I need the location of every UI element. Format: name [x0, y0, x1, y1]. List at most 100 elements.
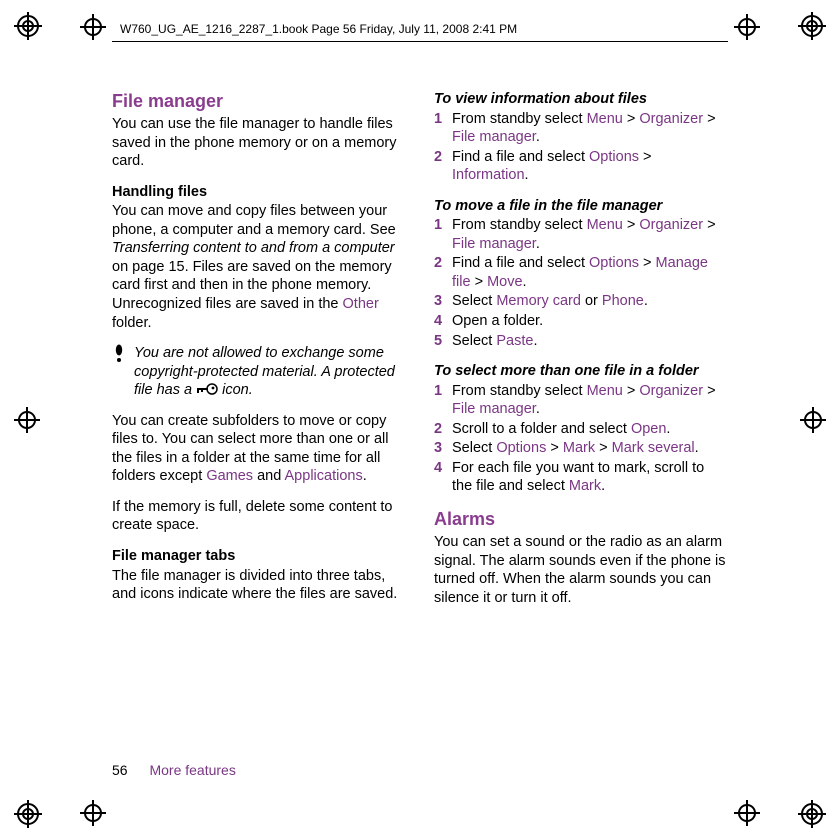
- step-body: Open a folder.: [452, 312, 728, 331]
- text-italic: Transferring content to and from a compu…: [112, 240, 395, 256]
- ui-term: Menu: [587, 383, 623, 399]
- exclamation-icon: [112, 344, 126, 400]
- step-number: 1: [434, 382, 446, 419]
- heading-file-manager: File manager: [112, 90, 406, 113]
- text: You are not allowed to exchange some cop…: [134, 345, 395, 398]
- registration-mark-icon: [14, 12, 42, 40]
- ui-term: Games: [206, 468, 253, 484]
- ui-term: Options: [589, 255, 639, 271]
- step-body: From standby select Menu > Organizer > F…: [452, 382, 728, 419]
- step-item: 2 Scroll to a folder and select Open.: [434, 420, 728, 439]
- doc-header: W760_UG_AE_1216_2287_1.book Page 56 Frid…: [120, 22, 517, 36]
- step-number: 4: [434, 312, 446, 331]
- step-number: 2: [434, 254, 446, 291]
- page-number: 56: [112, 762, 128, 778]
- ui-term: Paste: [496, 333, 533, 349]
- steps-list: 1From standby select Menu > Organizer > …: [434, 382, 728, 496]
- heading-alarms: Alarms: [434, 508, 728, 531]
- step-item: 1From standby select Menu > Organizer > …: [434, 110, 728, 147]
- ui-term: File manager: [452, 401, 536, 417]
- ui-term: Organizer: [639, 111, 703, 127]
- step-number: 5: [434, 332, 446, 351]
- paragraph: You can move and copy files between your…: [112, 202, 406, 332]
- registration-mark-icon: [798, 800, 826, 828]
- step-body: From standby select Menu > Organizer > F…: [452, 216, 728, 253]
- ui-term: Options: [496, 440, 546, 456]
- step-number: 1: [434, 216, 446, 253]
- section-name: More features: [149, 762, 235, 778]
- text: You can move and copy files between your…: [112, 203, 396, 238]
- step-body: From standby select Menu > Organizer > F…: [452, 110, 728, 147]
- note-text: You are not allowed to exchange some cop…: [134, 344, 406, 400]
- subheading-select-multiple: To select more than one file in a folder: [434, 362, 728, 381]
- ui-term: Other: [343, 296, 379, 312]
- paragraph: You can create subfolders to move or cop…: [112, 412, 406, 486]
- step-item: 4 Open a folder.: [434, 312, 728, 331]
- subheading-move-file: To move a file in the file manager: [434, 197, 728, 216]
- step-item: 2Find a file and select Options > Inform…: [434, 148, 728, 185]
- crop-mark-icon: [734, 14, 760, 40]
- step-item: 2Find a file and select Options > Manage…: [434, 254, 728, 291]
- step-item: 4For each file you want to mark, scroll …: [434, 459, 728, 496]
- registration-mark-icon: [14, 800, 42, 828]
- step-number: 3: [434, 292, 446, 311]
- step-body: Select Options > Mark > Mark several.: [452, 439, 728, 458]
- registration-mark-icon: [798, 12, 826, 40]
- subheading-file-manager-tabs: File manager tabs: [112, 547, 406, 566]
- text: icon.: [218, 382, 253, 398]
- step-number: 1: [434, 110, 446, 147]
- step-number: 2: [434, 148, 446, 185]
- ui-term: Mark: [569, 478, 601, 494]
- note: You are not allowed to exchange some cop…: [112, 344, 406, 400]
- steps-list: 1From standby select Menu > Organizer > …: [434, 110, 728, 185]
- header-rule: [112, 41, 728, 42]
- crop-mark-icon: [14, 407, 40, 433]
- step-number: 3: [434, 439, 446, 458]
- text: folder.: [112, 315, 152, 331]
- ui-term: Open: [631, 421, 666, 437]
- ui-term: Applications: [285, 468, 363, 484]
- text: and: [253, 468, 284, 484]
- ui-term: Mark several: [612, 440, 695, 456]
- ui-term: File manager: [452, 236, 536, 252]
- right-column: To view information about files 1From st…: [434, 90, 728, 750]
- left-column: File manager You can use the file manage…: [112, 90, 406, 750]
- step-body: Find a file and select Options > Informa…: [452, 148, 728, 185]
- subheading-view-info: To view information about files: [434, 90, 728, 109]
- paragraph: You can set a sound or the radio as an a…: [434, 533, 728, 607]
- step-number: 4: [434, 459, 446, 496]
- ui-term: Menu: [587, 217, 623, 233]
- step-item: 1From standby select Menu > Organizer > …: [434, 216, 728, 253]
- page-body: File manager You can use the file manage…: [112, 90, 728, 750]
- step-body: Find a file and select Options > Manage …: [452, 254, 728, 291]
- paragraph: If the memory is full, delete some conte…: [112, 498, 406, 535]
- step-body: Select Paste.: [452, 332, 728, 351]
- crop-mark-icon: [800, 407, 826, 433]
- subheading-handling-files: Handling files: [112, 183, 406, 202]
- step-body: Scroll to a folder and select Open.: [452, 420, 728, 439]
- ui-term: Phone: [602, 293, 644, 309]
- ui-term: Organizer: [639, 383, 703, 399]
- step-body: Select Memory card or Phone.: [452, 292, 728, 311]
- ui-term: Menu: [587, 111, 623, 127]
- steps-list: 1From standby select Menu > Organizer > …: [434, 216, 728, 350]
- paragraph: You can use the file manager to handle f…: [112, 115, 406, 171]
- step-item: 1From standby select Menu > Organizer > …: [434, 382, 728, 419]
- page-footer: 56 More features: [112, 762, 236, 778]
- key-icon: [196, 382, 218, 396]
- step-item: 5 Select Paste.: [434, 332, 728, 351]
- step-number: 2: [434, 420, 446, 439]
- ui-term: Organizer: [639, 217, 703, 233]
- crop-mark-icon: [80, 800, 106, 826]
- ui-term: Options: [589, 149, 639, 165]
- ui-term: Information: [452, 167, 525, 183]
- step-item: 3 Select Options > Mark > Mark several.: [434, 439, 728, 458]
- ui-term: Move: [487, 274, 522, 290]
- step-item: 3 Select Memory card or Phone.: [434, 292, 728, 311]
- ui-term: Memory card: [496, 293, 581, 309]
- paragraph: The file manager is divided into three t…: [112, 567, 406, 604]
- text: .: [363, 468, 367, 484]
- ui-term: File manager: [452, 129, 536, 145]
- crop-mark-icon: [734, 800, 760, 826]
- step-body: For each file you want to mark, scroll t…: [452, 459, 728, 496]
